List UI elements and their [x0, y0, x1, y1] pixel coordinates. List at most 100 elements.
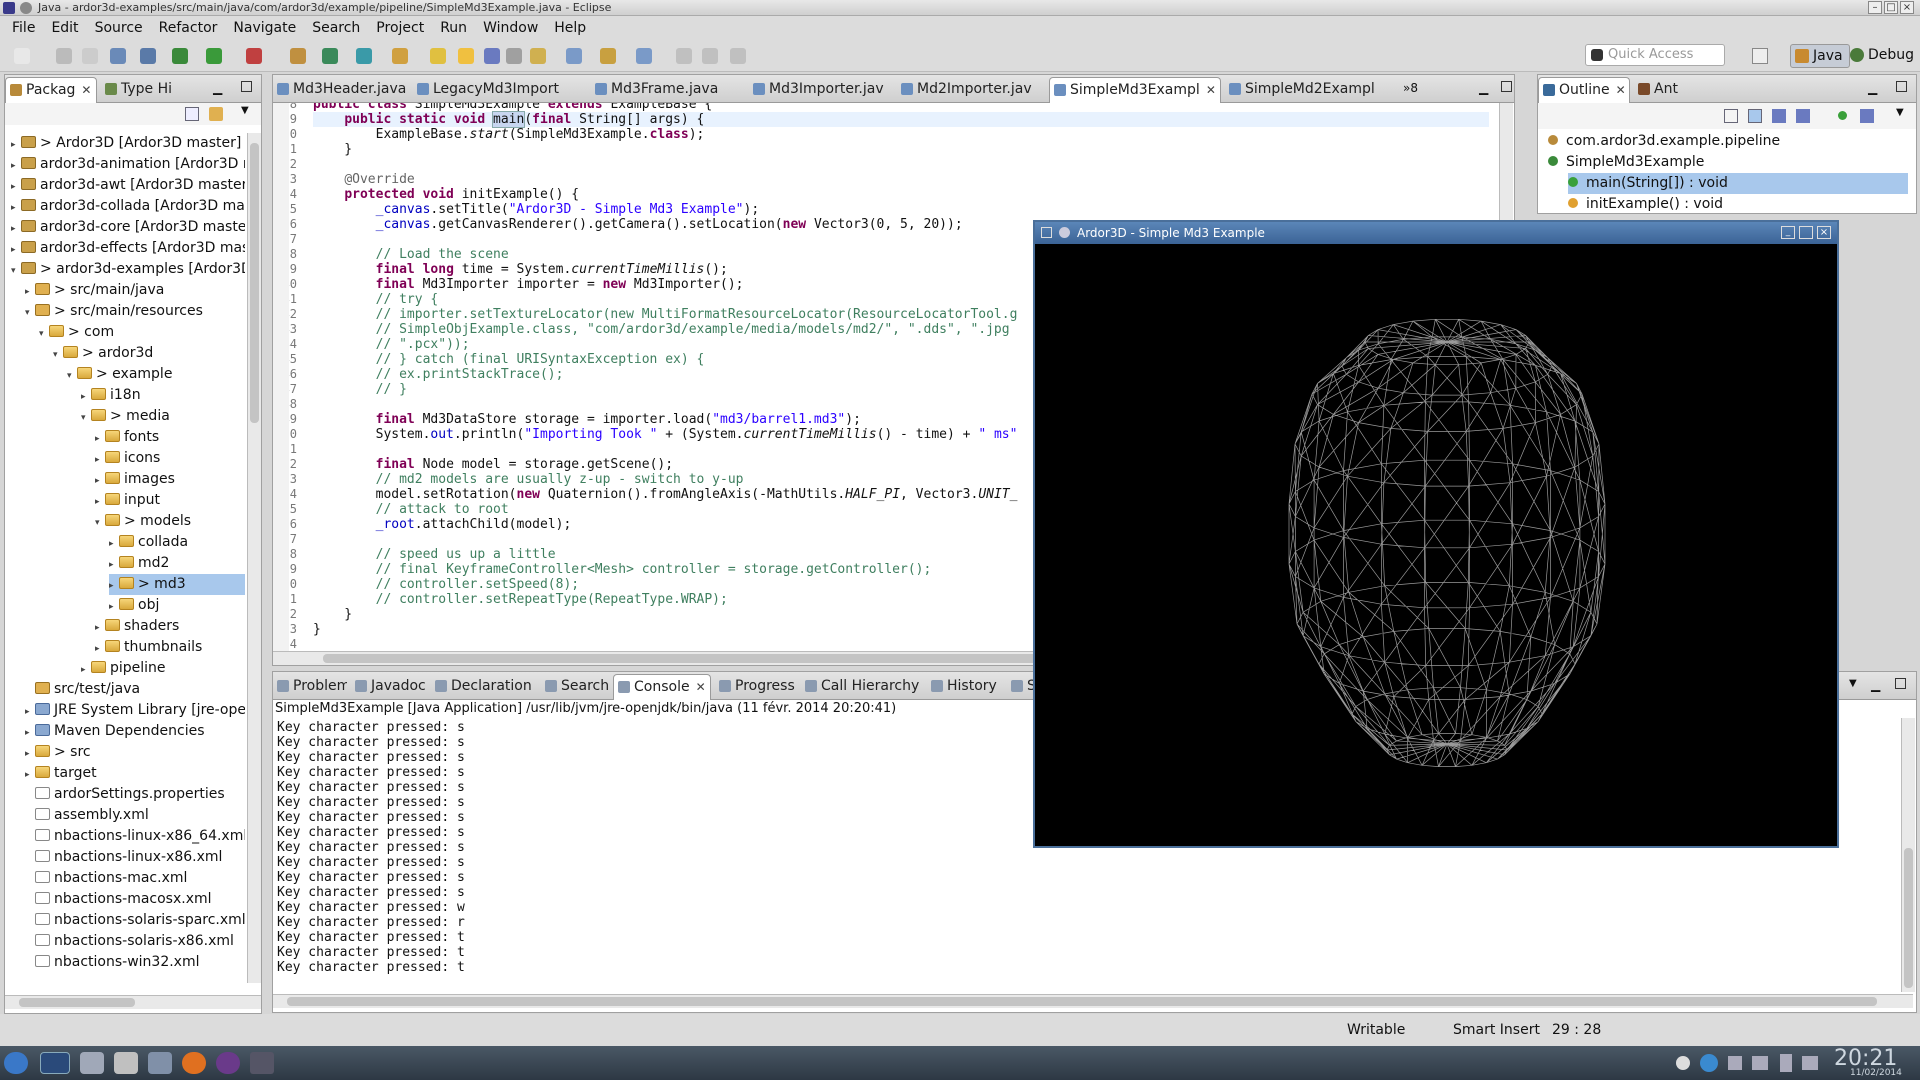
- menu-file[interactable]: File: [4, 20, 43, 36]
- expand-toggle-icon[interactable]: ▸: [11, 240, 21, 261]
- tree-item[interactable]: ▸ md2: [109, 553, 169, 574]
- close-tab-icon[interactable]: ✕: [1206, 83, 1216, 97]
- tree-item[interactable]: ▸ fonts: [95, 427, 159, 448]
- code-line[interactable]: protected void initExample() {: [313, 187, 579, 202]
- battery-icon[interactable]: [1802, 1056, 1818, 1070]
- code-line[interactable]: // controller.setSpeed(8);: [313, 577, 580, 592]
- tree-item[interactable]: src/test/java: [25, 679, 140, 700]
- package-tree-vscroll[interactable]: [247, 133, 261, 983]
- tree-item[interactable]: ▾ > ardor3d-examples [Ardor3D: [11, 259, 245, 280]
- java-perspective-button[interactable]: Java: [1790, 44, 1850, 68]
- bottom-tab[interactable]: Progress: [715, 674, 797, 700]
- tree-item[interactable]: ▸ > src: [25, 742, 91, 763]
- view-menu-icon[interactable]: ▼: [1896, 107, 1904, 118]
- code-line[interactable]: // ".pcx"));: [313, 337, 470, 352]
- expand-toggle-icon[interactable]: ▸: [95, 618, 105, 639]
- menu-window[interactable]: Window: [475, 20, 546, 36]
- maximize-view-icon[interactable]: [1895, 678, 1906, 689]
- show-whitespace-icon[interactable]: [506, 48, 522, 64]
- code-line[interactable]: @Override: [313, 172, 414, 187]
- tree-item[interactable]: ▸ JRE System Library [jre-openj: [25, 700, 245, 721]
- minimize-view-icon[interactable]: ▁: [1871, 678, 1880, 692]
- info-icon[interactable]: [1676, 1056, 1690, 1070]
- code-line[interactable]: // } catch (final URISyntaxException ex)…: [313, 352, 705, 367]
- pin-icon[interactable]: [702, 48, 718, 64]
- tree-item[interactable]: ▸ thumbnails: [95, 637, 202, 658]
- new-java-project-icon[interactable]: [290, 48, 306, 64]
- tree-item[interactable]: ▸ ardor3d-animation [Ardor3D m: [11, 154, 245, 175]
- window-menu-icon[interactable]: [1041, 227, 1052, 238]
- tree-item[interactable]: ▸ ardor3d-awt [Ardor3D master]: [11, 175, 245, 196]
- code-line[interactable]: // final KeyframeController<Mesh> contro…: [313, 562, 932, 577]
- expand-toggle-icon[interactable]: ▾: [95, 513, 105, 534]
- search-icon[interactable]: [430, 48, 446, 64]
- expand-toggle-icon[interactable]: ▸: [95, 471, 105, 492]
- editor-tab[interactable]: SimpleMd2Exampl: [1225, 77, 1391, 103]
- tab-type-hierarchy[interactable]: Type Hi: [101, 77, 191, 103]
- tree-item[interactable]: ▸ ardor3d-effects [Ardor3D mast: [11, 238, 245, 259]
- outline-item[interactable]: com.ardor3d.example.pipeline: [1548, 131, 1780, 152]
- last-edit-icon[interactable]: [600, 48, 616, 64]
- collapse-all-icon[interactable]: [185, 107, 199, 121]
- code-line[interactable]: // controller.setRepeatType(RepeatType.W…: [313, 592, 728, 607]
- tree-item[interactable]: nbactions-linux-x86.xml: [25, 847, 222, 868]
- hide-static-icon[interactable]: [1796, 109, 1810, 123]
- editor-tab[interactable]: Md3Header.java: [273, 77, 409, 103]
- expand-toggle-icon[interactable]: ▾: [25, 303, 35, 324]
- bottom-tab[interactable]: History: [927, 674, 1003, 700]
- menu-edit[interactable]: Edit: [43, 20, 86, 36]
- tree-item[interactable]: ▾ > media: [81, 406, 170, 427]
- menu-navigate[interactable]: Navigate: [225, 20, 304, 36]
- expand-toggle-icon[interactable]: ▾: [53, 345, 63, 366]
- tree-item[interactable]: ▾ > src/main/resources: [25, 301, 203, 322]
- quick-access-input[interactable]: Quick Access: [1585, 44, 1725, 66]
- code-line[interactable]: }: [313, 142, 352, 157]
- ardor3d-window[interactable]: Ardor3D - Simple Md3 Example _ ×: [1033, 220, 1839, 848]
- expand-toggle-icon[interactable]: ▸: [11, 156, 21, 177]
- view-menu-icon[interactable]: ▼: [241, 105, 249, 116]
- expand-toggle-icon[interactable]: ▸: [11, 135, 21, 156]
- expand-toggle-icon[interactable]: ▸: [11, 177, 21, 198]
- code-line[interactable]: // SimpleObjExample.class, "com/ardor3d/…: [313, 322, 1010, 337]
- expand-toggle-icon[interactable]: ▸: [25, 282, 35, 303]
- menu-help[interactable]: Help: [546, 20, 594, 36]
- code-line[interactable]: model.setRotation(new Quaternion().fromA…: [313, 487, 1018, 502]
- tab-outline[interactable]: Outline ✕: [1538, 77, 1630, 103]
- tree-item[interactable]: ardorSettings.properties: [25, 784, 225, 805]
- new-class-icon[interactable]: [356, 48, 372, 64]
- debug-icon[interactable]: [172, 48, 188, 64]
- code-line[interactable]: _canvas.getCanvasRenderer().getCamera().…: [313, 217, 963, 232]
- window-menu-icon[interactable]: [20, 2, 32, 14]
- tree-item[interactable]: nbactions-win32.xml: [25, 952, 200, 973]
- new-package-icon[interactable]: [322, 48, 338, 64]
- ardor3d-titlebar[interactable]: Ardor3D - Simple Md3 Example _ ×: [1035, 222, 1837, 244]
- tree-item[interactable]: ▸ ardor3d-core [Ardor3D master]: [11, 217, 245, 238]
- tree-item[interactable]: ▸ > src/main/java: [25, 280, 164, 301]
- maximize-editor-icon[interactable]: [1501, 81, 1512, 92]
- editor-tab[interactable]: Md2Importer.jav: [897, 77, 1045, 103]
- tree-item[interactable]: nbactions-mac.xml: [25, 868, 187, 889]
- code-line[interactable]: // md2 models are usually z-up - switch …: [313, 472, 744, 487]
- minimize-button[interactable]: _: [1781, 226, 1795, 239]
- tree-item[interactable]: ▸ collada: [109, 532, 188, 553]
- close-tab-icon[interactable]: ✕: [1616, 83, 1626, 97]
- maximize-button[interactable]: □: [1884, 1, 1898, 14]
- expand-toggle-icon[interactable]: ▸: [95, 450, 105, 471]
- tools-tray-icon[interactable]: [1728, 1056, 1742, 1070]
- tree-item[interactable]: ▸ input: [95, 490, 160, 511]
- close-button[interactable]: ×: [1817, 226, 1831, 239]
- tree-item[interactable]: nbactions-solaris-sparc.xml: [25, 910, 245, 931]
- eclipse-taskbar-icon[interactable]: [216, 1052, 240, 1074]
- menu-run[interactable]: Run: [432, 20, 475, 36]
- expand-toggle-icon[interactable]: ▸: [25, 744, 35, 765]
- code-line[interactable]: // Load the scene: [313, 247, 509, 262]
- bottom-tab[interactable]: Console ✕: [613, 674, 711, 700]
- expand-toggle-icon[interactable]: ▸: [109, 597, 119, 618]
- code-line[interactable]: _root.attachChild(model);: [313, 517, 572, 532]
- tree-item[interactable]: ▸ pipeline: [81, 658, 166, 679]
- volume-icon[interactable]: [1752, 1056, 1768, 1070]
- back-icon[interactable]: [636, 48, 652, 64]
- code-line[interactable]: public static void main(final String[] a…: [313, 111, 1489, 128]
- tree-item[interactable]: ▸ obj: [109, 595, 159, 616]
- expand-toggle-icon[interactable]: ▸: [81, 660, 91, 681]
